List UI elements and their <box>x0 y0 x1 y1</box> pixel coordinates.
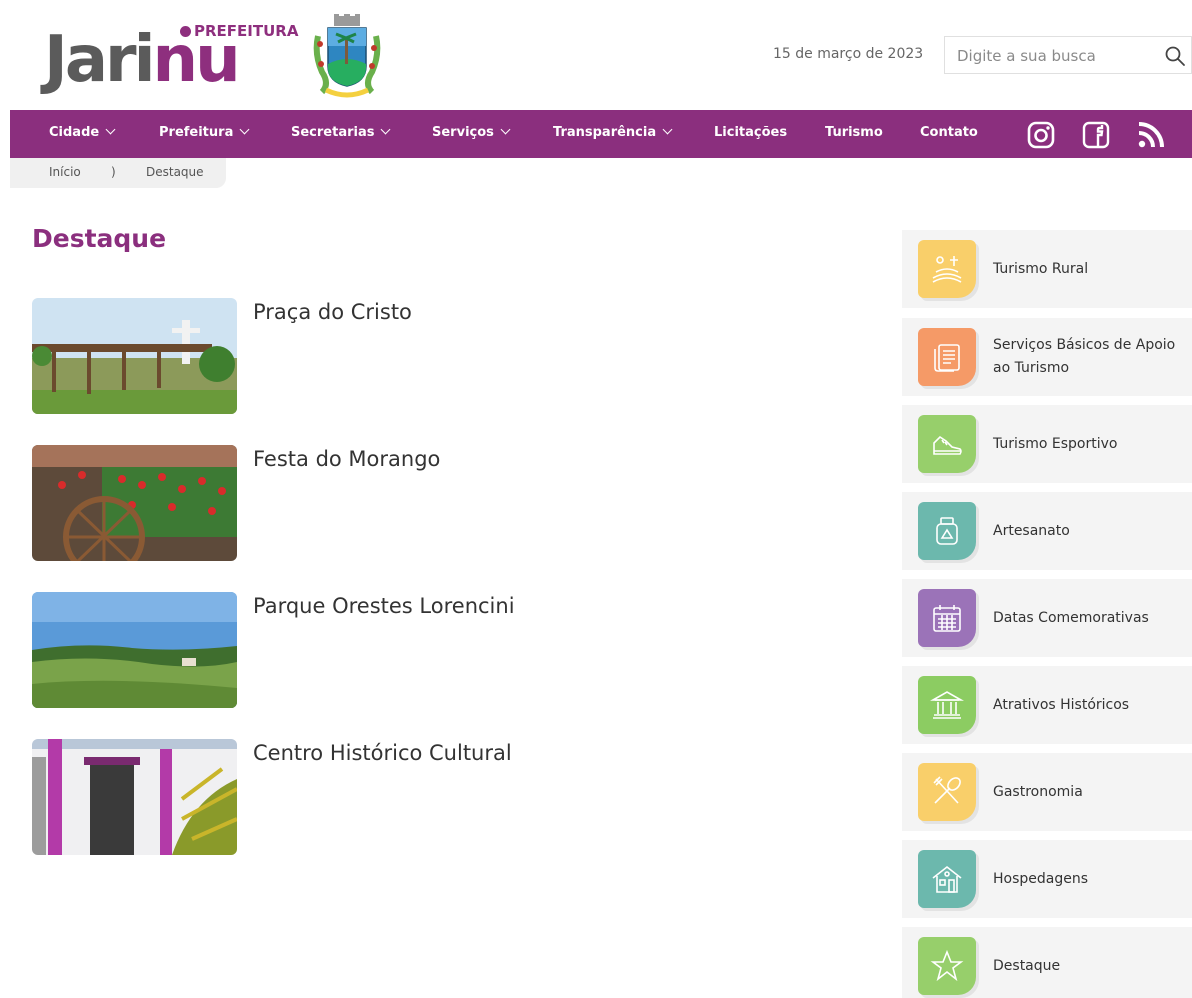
breadcrumb-home[interactable]: Início <box>49 165 81 179</box>
coat-of-arms-icon <box>313 14 381 98</box>
craft-jar-icon <box>936 517 958 545</box>
museum-icon <box>930 691 964 719</box>
sidebar-item-artesanato[interactable]: Artesanato <box>902 492 1192 570</box>
sidebar-item-label: Datas Comemorativas <box>993 609 1149 626</box>
article-thumbnail[interactable] <box>32 445 237 561</box>
sidebar-icon-tile <box>918 415 976 473</box>
sidebar-item-atrativos-historicos[interactable]: Atrativos Históricos <box>902 666 1192 744</box>
nav-item-prefeitura[interactable]: Prefeitura <box>159 124 250 140</box>
sidebar-item-label: Atrativos Históricos <box>993 696 1130 713</box>
article-thumbnail[interactable] <box>32 739 237 855</box>
nav-item-secretarias[interactable]: Secretarias <box>291 124 391 140</box>
logo-wordmark: Jarinu <box>44 23 241 97</box>
search-icon[interactable] <box>1163 44 1187 68</box>
sidebar-item-label: Turismo Esportivo <box>993 435 1118 452</box>
search-input[interactable] <box>957 45 1147 67</box>
sidebar-icon-tile <box>918 328 976 386</box>
article-item[interactable]: Festa do Morango <box>32 445 632 563</box>
sidebar-item-label: Turismo Rural <box>993 260 1089 277</box>
sidebar-item-destaque[interactable]: Destaque <box>902 927 1192 998</box>
current-date: 15 de março de 2023 <box>773 46 924 62</box>
sidebar-item-label: Artesanato <box>993 522 1070 539</box>
article-title[interactable]: Parque Orestes Lorencini <box>253 594 515 618</box>
article-thumbnail[interactable] <box>32 298 237 414</box>
page-title: Destaque <box>32 224 167 253</box>
article-item[interactable]: Praça do Cristo <box>32 298 632 416</box>
house-icon <box>932 865 962 893</box>
article-title[interactable]: Centro Histórico Cultural <box>253 741 512 765</box>
sidebar-item-datas-comemorativas[interactable]: Datas Comemorativas <box>902 579 1192 657</box>
page: PREFEITURA Jarinu 15 de março de 2023 Ci… <box>0 0 1192 998</box>
breadcrumb-current: Destaque <box>146 165 204 179</box>
nav-item-licitacoes[interactable]: Licitações <box>714 125 787 140</box>
main-nav: Cidade Prefeitura Secretarias Serviços T… <box>10 110 1192 158</box>
sidebar-icon-tile <box>918 589 976 647</box>
sidebar-icon-tile <box>918 240 976 298</box>
chevron-down-icon <box>381 124 391 135</box>
article-item[interactable]: Parque Orestes Lorencini <box>32 592 632 710</box>
sidebar-item-label: Destaque <box>993 957 1061 974</box>
article-title[interactable]: Praça do Cristo <box>253 300 412 324</box>
sidebar-item-label: Serviços Básicos de Apoio ao Turismo <box>993 337 1176 376</box>
sneaker-icon <box>933 435 962 455</box>
star-icon <box>930 949 964 982</box>
rss-icon[interactable] <box>1136 120 1166 150</box>
chevron-down-icon <box>105 124 116 135</box>
site-logo[interactable]: PREFEITURA Jarinu <box>44 14 384 100</box>
document-icon <box>934 344 960 372</box>
article-item[interactable]: Centro Histórico Cultural <box>32 739 632 857</box>
search-box <box>944 36 1192 74</box>
chevron-down-icon <box>662 124 673 135</box>
sidebar-icon-tile <box>918 850 976 908</box>
article-thumbnail[interactable] <box>32 592 237 708</box>
facebook-icon[interactable] <box>1081 120 1111 150</box>
nav-item-contato[interactable]: Contato <box>920 125 978 140</box>
cutlery-icon <box>933 776 961 804</box>
sidebar-icon-tile <box>918 937 976 995</box>
calendar-icon <box>933 605 961 632</box>
sidebar-item-gastronomia[interactable]: Gastronomia <box>902 753 1192 831</box>
nav-item-transparencia[interactable]: Transparência <box>553 124 673 140</box>
breadcrumb: Início ) Destaque <box>10 158 226 188</box>
sidebar-item-label: Gastronomia <box>993 783 1083 800</box>
chevron-down-icon <box>500 124 511 135</box>
sidebar-item-turismo-rural[interactable]: Turismo Rural <box>902 230 1192 308</box>
sidebar-icon-tile <box>918 763 976 821</box>
instagram-icon[interactable] <box>1026 120 1056 150</box>
breadcrumb-separator: ) <box>111 165 116 179</box>
sidebar-item-turismo-esportivo[interactable]: Turismo Esportivo <box>902 405 1192 483</box>
nav-item-cidade[interactable]: Cidade <box>49 124 116 140</box>
chevron-down-icon <box>239 124 250 135</box>
sidebar-icon-tile <box>918 676 976 734</box>
sidebar-item-hospedagens[interactable]: Hospedagens <box>902 840 1192 918</box>
nav-item-turismo[interactable]: Turismo <box>825 125 883 140</box>
farm-icon <box>932 256 962 283</box>
sidebar-item-servicos-basicos[interactable]: Serviços Básicos de Apoio ao Turismo <box>902 318 1192 396</box>
nav-item-servicos[interactable]: Serviços <box>432 124 511 140</box>
sidebar-icon-tile <box>918 502 976 560</box>
sidebar-item-label: Hospedagens <box>993 870 1089 887</box>
article-title[interactable]: Festa do Morango <box>253 447 440 471</box>
